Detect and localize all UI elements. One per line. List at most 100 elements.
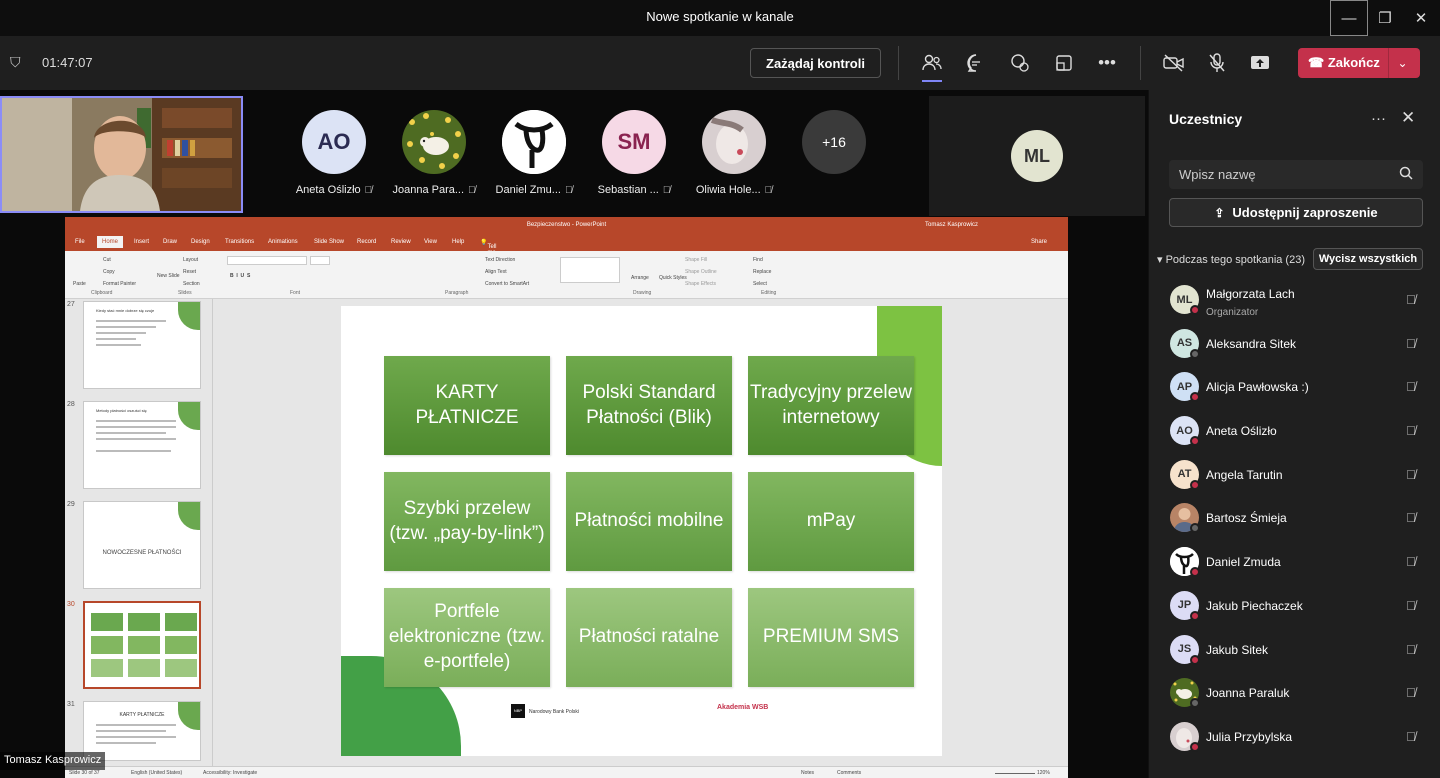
- tell-me-search[interactable]: 💡 Tell me what you want to do: [480, 239, 500, 286]
- list-item[interactable]: Bartosz Śmieja 🎙̸: [1149, 494, 1440, 538]
- list-item[interactable]: JS Jakub Sitek 🎙̸: [1149, 626, 1440, 670]
- shape-outline-button[interactable]: Shape Outline: [685, 269, 717, 275]
- shapes-gallery[interactable]: [560, 257, 620, 283]
- presenter-video-tile[interactable]: [0, 96, 243, 213]
- ppt-menu-view[interactable]: View: [424, 239, 437, 245]
- smartart-button[interactable]: Convert to SmartArt: [485, 281, 529, 287]
- mic-off-icon[interactable]: 🎙̸: [1406, 292, 1416, 307]
- zoom-level[interactable]: 120%: [1037, 770, 1050, 776]
- list-item[interactable]: AT Angela Tarutin 🎙̸: [1149, 451, 1440, 495]
- mic-off-icon[interactable]: 🎙̸: [1406, 336, 1416, 351]
- text-direction-button[interactable]: Text Direction: [485, 257, 515, 263]
- replace-button[interactable]: Replace: [753, 269, 771, 275]
- close-panel-icon[interactable]: ✕: [1401, 108, 1415, 128]
- ppt-menu-slideshow[interactable]: Slide Show: [314, 239, 344, 245]
- list-item[interactable]: AS Aleksandra Sitek 🎙̸: [1149, 320, 1440, 364]
- slide-thumbnail-selected[interactable]: [83, 601, 201, 689]
- ppt-menu-record[interactable]: Record: [357, 239, 376, 245]
- chat-icon[interactable]: [962, 50, 990, 76]
- notes-button[interactable]: Notes: [801, 770, 814, 776]
- list-item[interactable]: Joanna Paraluk 🎙̸: [1149, 669, 1440, 713]
- minimize-icon[interactable]: —: [1330, 0, 1368, 36]
- reactions-icon[interactable]: [1006, 50, 1034, 76]
- mic-off-icon[interactable]: [1203, 50, 1231, 76]
- font-name-input[interactable]: [227, 256, 307, 265]
- participant-tile-ml[interactable]: ML: [929, 96, 1145, 216]
- ppt-menu-home[interactable]: Home: [97, 236, 124, 248]
- ppt-menu-review[interactable]: Review: [391, 239, 411, 245]
- ppt-menu-file[interactable]: File: [75, 239, 85, 245]
- ppt-menu-insert[interactable]: Insert: [134, 239, 149, 245]
- zoom-slider[interactable]: [995, 773, 1035, 774]
- share-invite-button[interactable]: ⇪ Udostępnij zaproszenie: [1169, 198, 1423, 227]
- list-item[interactable]: Julia Przybylska 🎙̸: [1149, 713, 1440, 757]
- accessibility-status[interactable]: Accessibility: Investigate: [203, 770, 257, 776]
- ppt-share-button[interactable]: Share: [1031, 239, 1047, 245]
- ppt-menu-animations[interactable]: Animations: [268, 239, 298, 245]
- mic-off-icon[interactable]: 🎙̸: [1406, 642, 1416, 657]
- shape-fill-button[interactable]: Shape Fill: [685, 257, 707, 263]
- thumbnail-line: [96, 420, 176, 422]
- meeting-section-header[interactable]: ▾ Podczas tego spotkania (23): [1157, 253, 1305, 266]
- participant-tile[interactable]: Joanna Para... 🎙̸: [384, 110, 484, 196]
- end-call-button[interactable]: ☎ Zakończ ⌄: [1298, 48, 1420, 78]
- ppt-menu-help[interactable]: Help: [452, 239, 464, 245]
- reset-button[interactable]: Reset: [183, 269, 196, 275]
- participants-icon[interactable]: [918, 50, 946, 82]
- format-painter-button[interactable]: Format Painter: [103, 281, 136, 287]
- list-item[interactable]: AO Aneta Oślizło 🎙̸: [1149, 407, 1440, 451]
- mic-off-icon[interactable]: 🎙̸: [1406, 467, 1416, 482]
- paste-button[interactable]: Paste: [73, 281, 86, 287]
- shape-effects-button[interactable]: Shape Effects: [685, 281, 716, 287]
- ppt-menu-draw[interactable]: Draw: [163, 239, 177, 245]
- list-item[interactable]: JP Jakub Piechaczek 🎙̸: [1149, 582, 1440, 626]
- mic-off-icon[interactable]: 🎙̸: [1406, 379, 1416, 394]
- arrange-button[interactable]: Arrange: [631, 275, 649, 281]
- participant-tile[interactable]: Oliwia Hole... 🎙̸: [684, 110, 784, 196]
- language-status[interactable]: English (United States): [131, 770, 182, 776]
- list-item[interactable]: AP Alicja Pawłowska :) 🎙̸: [1149, 363, 1440, 407]
- mute-all-button[interactable]: Wycisz wszystkich: [1313, 248, 1423, 270]
- more-participants-tile[interactable]: +16: [784, 110, 884, 174]
- mic-off-icon[interactable]: 🎙̸: [1406, 423, 1416, 438]
- mic-off-icon[interactable]: 🎙̸: [1406, 554, 1416, 569]
- align-text-button[interactable]: Align Text: [485, 269, 507, 275]
- layout-button[interactable]: Layout: [183, 257, 198, 263]
- participant-tile[interactable]: SM Sebastian ... 🎙̸: [584, 110, 684, 196]
- rooms-icon[interactable]: [1050, 50, 1078, 76]
- mic-off-icon[interactable]: 🎙̸: [1406, 510, 1416, 525]
- participant-search-input[interactable]: Wpisz nazwę: [1169, 160, 1423, 189]
- camera-off-icon[interactable]: [1160, 50, 1188, 76]
- list-item[interactable]: Daniel Zmuda 🎙̸: [1149, 538, 1440, 582]
- mic-off-icon[interactable]: 🎙̸: [1406, 729, 1416, 744]
- chevron-down-icon[interactable]: ⌄: [1388, 48, 1416, 78]
- participant-tile[interactable]: Daniel Zmu... 🎙̸: [484, 110, 584, 196]
- more-icon[interactable]: •••: [1093, 50, 1121, 76]
- comments-button[interactable]: Comments: [837, 770, 861, 776]
- mic-off-icon[interactable]: 🎙̸: [1406, 685, 1416, 700]
- new-slide-button[interactable]: New Slide: [157, 273, 180, 279]
- quick-styles-button[interactable]: Quick Styles: [659, 275, 687, 281]
- mic-off-icon[interactable]: 🎙̸: [1406, 598, 1416, 613]
- list-item[interactable]: ML Małgorzata Lach Organizator 🎙̸: [1149, 276, 1440, 320]
- slide-thumbnail[interactable]: NOWOCZESNE PŁATNOŚCI: [83, 501, 201, 589]
- current-slide[interactable]: KARTY PŁATNICZE Polski Standard Płatnośc…: [341, 306, 942, 756]
- select-button[interactable]: Select: [753, 281, 767, 287]
- ppt-menu-design[interactable]: Design: [191, 239, 210, 245]
- section-button[interactable]: Section: [183, 281, 200, 287]
- ppt-menu-transitions[interactable]: Transitions: [225, 239, 254, 245]
- find-button[interactable]: Find: [753, 257, 763, 263]
- share-screen-icon[interactable]: [1246, 50, 1274, 76]
- font-size-input[interactable]: [310, 256, 330, 265]
- slide-tile: KARTY PŁATNICZE: [384, 356, 550, 455]
- slide-thumbnail[interactable]: Kiedy stać mnie dobrze się czuje: [83, 301, 201, 389]
- close-window-icon[interactable]: ✕: [1402, 0, 1440, 36]
- slide-thumbnail[interactable]: Metody płatności oszuści się: [83, 401, 201, 489]
- bold-button[interactable]: B I U S: [230, 273, 250, 279]
- restore-icon[interactable]: ❐: [1366, 0, 1404, 36]
- participant-tile[interactable]: AO Aneta Oślizło 🎙̸: [284, 110, 384, 196]
- copy-button[interactable]: Copy: [103, 269, 115, 275]
- more-options-icon[interactable]: ···: [1371, 110, 1386, 127]
- request-control-button[interactable]: Zażądaj kontroli: [750, 48, 881, 78]
- cut-button[interactable]: Cut: [103, 257, 111, 263]
